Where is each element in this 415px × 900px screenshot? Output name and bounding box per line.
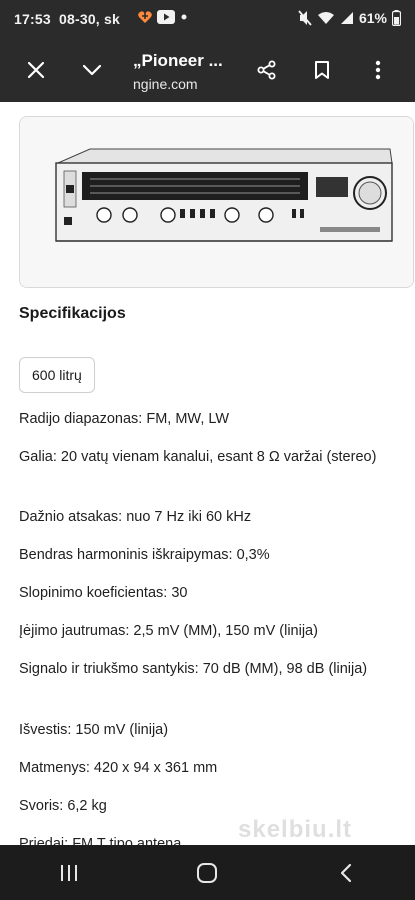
status-time: 17:53 08-30, sk [14, 11, 120, 27]
more-vert-icon [375, 60, 381, 80]
battery-percent: 61% [358, 10, 387, 26]
receiver-illustration [20, 117, 413, 287]
spec-item: Dažnio atsakas: nuo 7 Hz iki 60 kHz [19, 509, 252, 525]
spec-item: Išvestis: 150 mV (linija) [19, 722, 169, 738]
spec-item: Radijo diapazonas: FM, MW, LW [19, 411, 230, 427]
wifi-icon [317, 12, 334, 24]
bookmark-icon [315, 61, 329, 79]
home-button[interactable] [177, 853, 237, 893]
watermark: skelbiu.lt [238, 816, 353, 843]
bookmark-button[interactable] [306, 54, 338, 86]
spec-item: Matmenys: 420 x 94 x 361 mm [19, 760, 218, 776]
back-icon [340, 863, 351, 882]
recent-apps-button[interactable] [39, 853, 99, 893]
spec-item: Galia: 20 vatų vienam kanalui, esant 8 Ω… [19, 449, 377, 465]
status-right: 61% [298, 10, 401, 26]
more-options-button[interactable] [362, 54, 394, 86]
youtube-icon [157, 10, 175, 24]
specs-heading: Specifikacijos [19, 305, 126, 322]
status-bar: 17:53 08-30, sk 61% [0, 0, 415, 38]
signal-icon [340, 12, 353, 24]
recent-apps-icon [61, 864, 78, 881]
close-button[interactable] [20, 54, 52, 86]
page-url: ngine.com [133, 76, 198, 92]
time-text: 17:53 [14, 11, 51, 27]
sparkle-heart-icon [138, 11, 152, 23]
product-image[interactable] [19, 116, 414, 288]
spec-item: Slopinimo koeficientas: 30 [19, 585, 188, 601]
share-icon [257, 60, 276, 80]
minimize-button[interactable] [76, 54, 108, 86]
battery-icon [392, 10, 401, 26]
dot-icon [181, 14, 187, 20]
spec-item: Signalo ir triukšmo santykis: 70 dB (MM)… [19, 661, 368, 677]
date-text: 08-30, sk [59, 11, 120, 27]
mute-icon [298, 10, 312, 26]
notification-icons [137, 9, 189, 25]
back-button[interactable] [316, 853, 376, 893]
page-title: „Pioneer ... [133, 51, 223, 70]
home-icon [197, 862, 218, 883]
share-button[interactable] [251, 54, 283, 86]
listing-content[interactable]: Specifikacijos 600 litrų Radijo diapazon… [0, 102, 415, 845]
chevron-down-icon [82, 64, 102, 76]
browser-app-bar: „Pioneer ... ngine.com [0, 38, 415, 102]
spec-item: Bendras harmoninis iškraipymas: 0,3% [19, 547, 270, 563]
close-icon [27, 61, 45, 79]
system-nav-bar [0, 845, 415, 900]
spec-item: Svoris: 6,2 kg [19, 798, 107, 814]
volume-chip[interactable]: 600 litrų [19, 357, 95, 393]
spec-item: Įėjimo jautrumas: 2,5 mV (MM), 150 mV (l… [19, 623, 318, 639]
